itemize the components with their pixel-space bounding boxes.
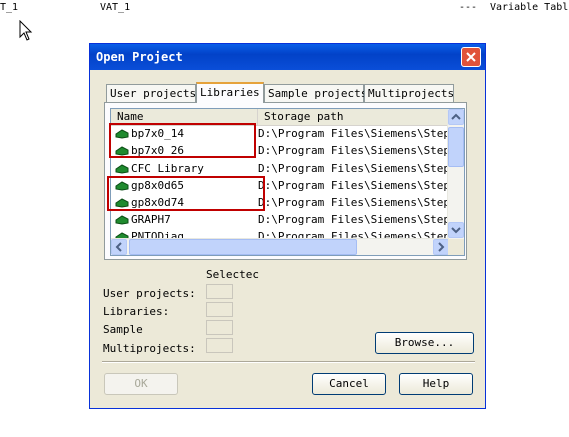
highlight-box-bp7x0 [109,123,256,158]
chevron-up-icon [451,113,461,120]
count-sample [206,320,233,335]
item-name: GRAPH7 [131,213,171,226]
scroll-up-button[interactable] [448,109,464,125]
column-header-storage-path[interactable]: Storage path [258,109,451,125]
label-multiprojects: Multiprojects: [103,342,196,355]
count-multiprojects [206,338,233,353]
tab-sample-projects[interactable]: Sample projects [264,84,368,102]
scroll-down-button[interactable] [448,222,464,238]
tab-label: Libraries [200,86,260,99]
dialog-title: Open Project [96,50,183,64]
chevron-down-icon [451,227,461,234]
item-path: D:\Program Files\Siemens\Step7\ [258,144,448,157]
highlight-box-gp8x0 [107,176,265,211]
horizontal-scroll-thumb[interactable] [129,239,357,255]
scrollbar-corner [448,239,464,255]
bg-column-4: Variable Tabl [490,2,569,13]
item-path: D:\Program Files\Siemens\Step7\ [258,127,448,140]
label-sample: Sample [103,323,143,336]
list-item[interactable]: CFC Library D:\Program Files\Siemens\Ste… [111,160,451,177]
cancel-button[interactable]: Cancel [312,373,386,395]
library-icon [115,215,129,225]
horizontal-scrollbar[interactable] [111,238,449,255]
chevron-right-icon [438,242,445,252]
selected-header: Selectec [206,268,259,281]
count-user-projects [206,284,233,299]
tab-user-projects[interactable]: User projects [106,84,196,102]
label-user-projects: User projects: [103,287,196,300]
item-path: D:\Program Files\Siemens\Step7\ [258,213,448,226]
item-path: D:\Program Files\Siemens\Step7\ [258,162,448,175]
bg-column-1: T_1 [0,2,19,13]
bg-column-2: VAT_1 [100,2,131,13]
vertical-scroll-thumb[interactable] [448,127,464,167]
label-libraries: Libraries: [103,305,170,318]
list-item[interactable]: GRAPH7 D:\Program Files\Siemens\Step7\ [111,211,451,228]
item-path: D:\Program Files\Siemens\Step7\ [258,179,448,192]
tab-label: User projects [110,87,197,100]
tab-multiprojects[interactable]: Multiprojects [364,84,454,102]
item-path: D:\Program Files\Siemens\Step7\ [258,196,448,209]
browse-button[interactable]: Browse... [375,332,474,354]
close-icon [466,52,476,62]
item-name: CFC Library [131,162,204,175]
bg-column-3: --- [459,2,478,13]
vertical-scrollbar[interactable] [447,109,464,239]
chevron-left-icon [115,242,122,252]
mouse-cursor-icon [19,20,33,41]
title-bar[interactable]: Open Project [90,44,485,70]
ok-button[interactable]: OK [104,373,178,395]
tab-label: Multiprojects [368,87,455,100]
count-libraries [206,302,233,317]
separator [102,361,475,363]
library-icon [115,164,129,174]
tab-label: Sample projects [268,87,368,100]
tab-libraries[interactable]: Libraries [196,82,264,103]
scroll-right-button[interactable] [433,239,449,255]
scroll-left-button[interactable] [111,239,127,255]
close-button[interactable] [461,47,481,67]
help-button[interactable]: Help [399,373,473,395]
